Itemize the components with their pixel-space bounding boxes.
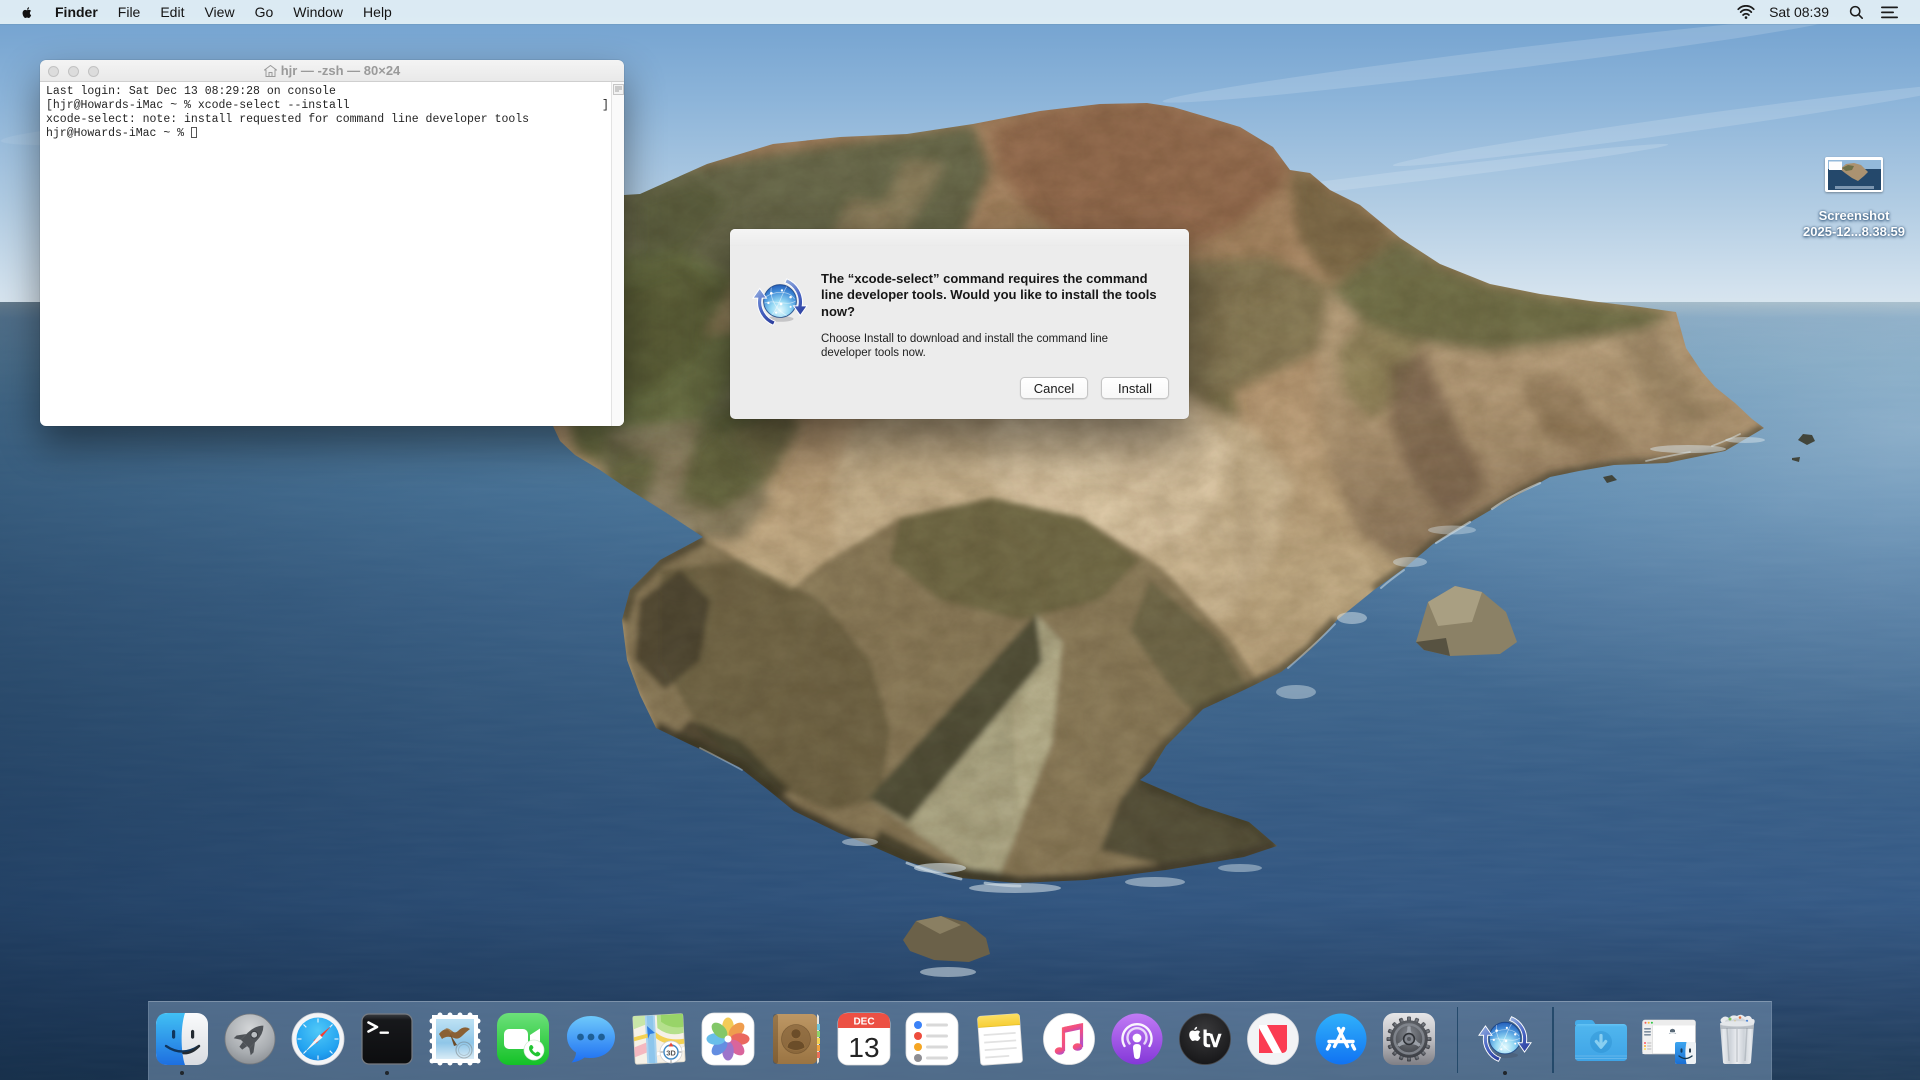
svg-text:13: 13 (848, 1032, 879, 1063)
svg-text:3D: 3D (667, 1049, 677, 1058)
svg-text:DEC: DEC (853, 1017, 874, 1028)
